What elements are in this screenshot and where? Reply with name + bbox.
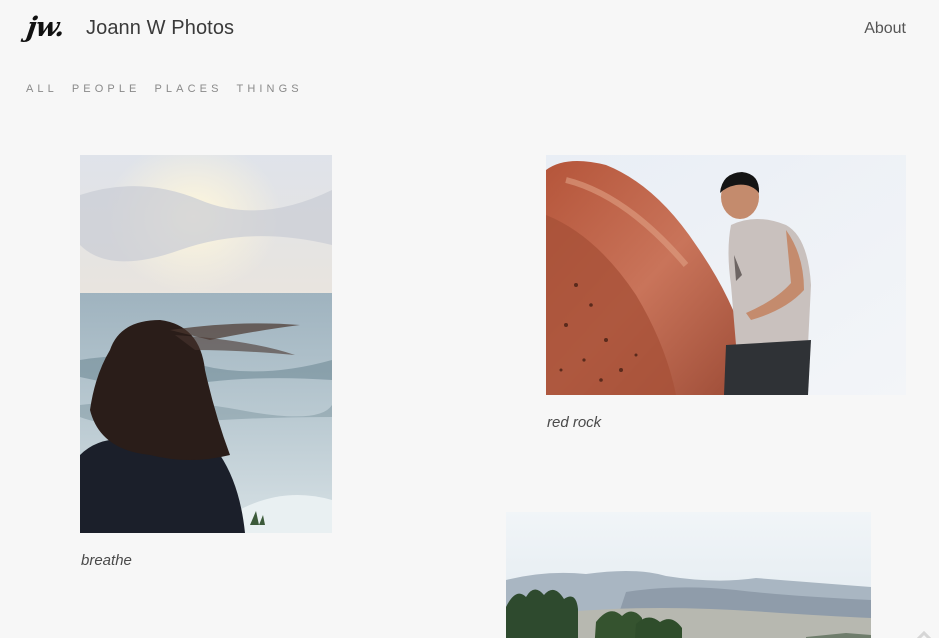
page: jw. Joann W Photos About ALL PEOPLE PLAC… xyxy=(0,0,939,638)
caption-breathe[interactable]: breathe xyxy=(81,552,132,569)
caption-red-rock[interactable]: red rock xyxy=(547,414,601,431)
jw-logo-icon[interactable]: jw. xyxy=(24,12,71,48)
logo-text: jw. xyxy=(24,12,66,43)
photo-red-rock-image xyxy=(546,155,906,395)
category-filter-nav: ALL PEOPLE PLACES THINGS xyxy=(26,83,317,95)
filter-people[interactable]: PEOPLE xyxy=(72,83,141,95)
photo-red-rock[interactable] xyxy=(546,155,906,395)
filter-things[interactable]: THINGS xyxy=(237,83,303,95)
photo-breathe[interactable] xyxy=(80,155,332,533)
photo-breathe-image xyxy=(80,155,332,533)
chevron-up-icon[interactable] xyxy=(913,628,935,638)
filter-places[interactable]: PLACES xyxy=(155,83,223,95)
photo-landscape-image xyxy=(506,512,871,638)
filter-all[interactable]: ALL xyxy=(26,83,58,95)
site-title-link[interactable]: Joann W Photos xyxy=(86,17,234,40)
nav-about-link[interactable]: About xyxy=(864,20,906,38)
photo-landscape[interactable] xyxy=(506,512,871,638)
